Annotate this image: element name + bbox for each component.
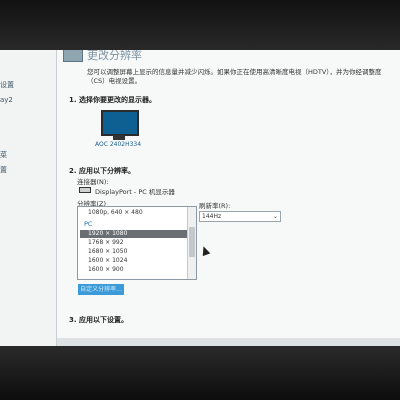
section2-heading: 2. 应用以下分辨率。: [69, 167, 135, 175]
resolution-item[interactable]: 1600 × 1024: [80, 257, 188, 265]
display-icon: [63, 50, 83, 62]
monitor-label: AOC 2402H334: [95, 141, 142, 148]
display-settings-window: 设置 ay2 菜 置 更改分辨率 您可以调整屏幕上显示的信息量并减少闪烁。如果你…: [0, 50, 400, 346]
top-shade: [0, 0, 400, 52]
monitor-selector[interactable]: AOC 2402H334: [95, 110, 145, 148]
bottom-shade: [0, 346, 400, 400]
title-bar: 更改分辨率: [57, 50, 400, 62]
refresh-rate-value: 144Hz: [202, 213, 222, 220]
nav-pane: 设置 ay2 菜 置: [0, 50, 57, 346]
horizontal-scrollbar[interactable]: [57, 338, 400, 346]
displayport-icon: [79, 187, 91, 193]
resolution-item[interactable]: 1680 × 1050: [80, 248, 188, 256]
connector-value: DisplayPort - PC 机显示器: [95, 188, 175, 196]
description-text: 您可以调整屏幕上显示的信息量并减少闪烁。如果你正在使用高清晰度电视（HDTV），…: [87, 68, 382, 85]
resolution-top-item[interactable]: 1080p, 640 × 480: [80, 209, 188, 217]
nav-item-2[interactable]: ay2: [0, 96, 13, 104]
nav-item-4[interactable]: 置: [0, 165, 7, 175]
connector-label: 连接器(N):: [77, 178, 109, 186]
resolution-item[interactable]: 1600 × 900: [80, 266, 188, 274]
monitor-stand: [113, 135, 125, 140]
mouse-cursor-icon: [199, 244, 211, 257]
page-title: 更改分辨率: [87, 50, 142, 62]
section3-heading: 3. 应用以下设置。: [69, 316, 128, 324]
nav-item-1[interactable]: 设置: [0, 80, 14, 90]
refresh-label: 刷新率(R):: [199, 202, 231, 210]
resolution-group-label: PC: [84, 220, 93, 228]
scrollbar-thumb[interactable]: [189, 227, 195, 257]
refresh-rate-dropdown[interactable]: 144Hz ⌄: [199, 211, 281, 222]
resolution-list[interactable]: 1080p, 640 × 480 PC 1920 × 1080 1768 × 9…: [77, 206, 197, 280]
resolution-item-selected[interactable]: 1920 × 1080: [80, 230, 188, 238]
main-pane: 更改分辨率 您可以调整屏幕上显示的信息量并减少闪烁。如果你正在使用高清晰度电视（…: [57, 50, 400, 346]
custom-resolution-button[interactable]: 自定义分辨率...: [78, 284, 124, 295]
monitor-icon: [101, 110, 139, 136]
section1-heading: 1. 选择你要更改的显示器。: [69, 96, 156, 104]
resolution-scrollbar[interactable]: [187, 207, 196, 279]
resolution-item[interactable]: 1768 × 992: [80, 239, 188, 247]
nav-item-3[interactable]: 菜: [0, 150, 7, 160]
chevron-down-icon: ⌄: [272, 213, 278, 220]
